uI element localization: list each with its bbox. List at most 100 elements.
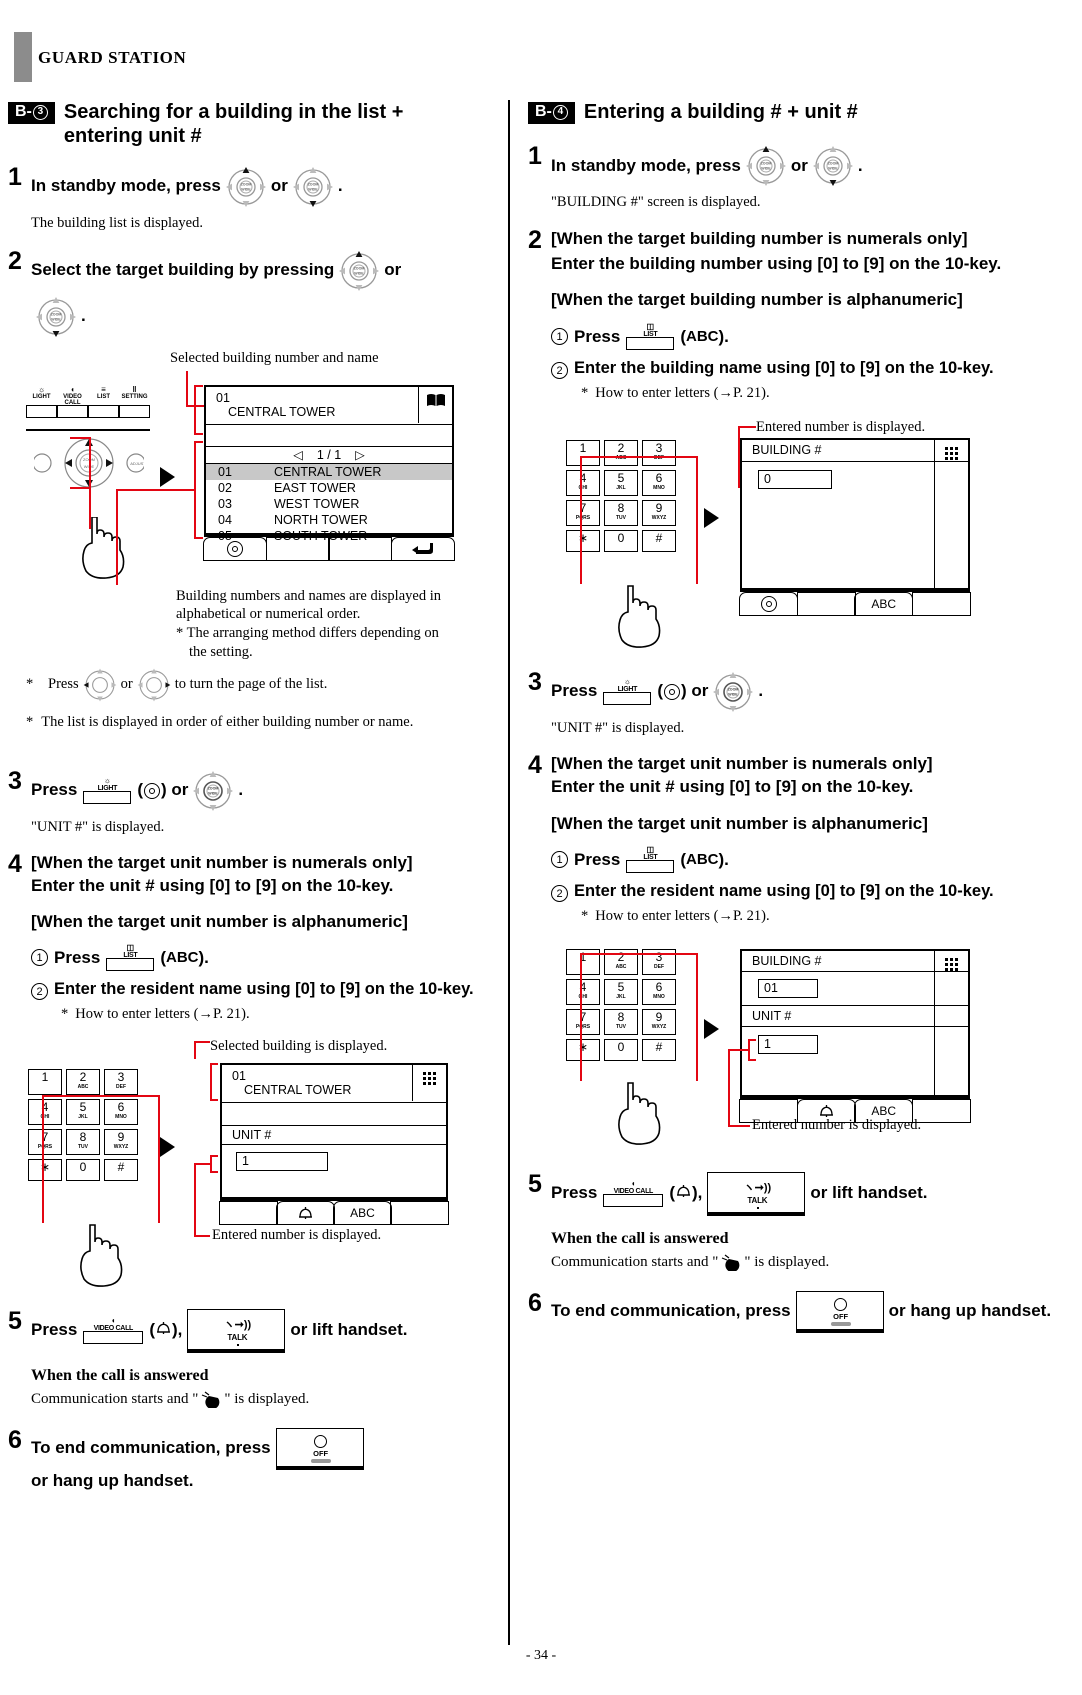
keypad-key-5[interactable]: 5 JKL: [604, 978, 638, 1005]
softkey-blank-1[interactable]: [219, 1200, 278, 1225]
softkey-blank-2[interactable]: [328, 536, 393, 561]
light-key-icon[interactable]: ☼ LIGHT: [599, 677, 655, 705]
keypad-key-5[interactable]: 5 JKL: [604, 469, 638, 496]
off-key-icon[interactable]: OFF: [795, 1290, 884, 1333]
keypad-key-7[interactable]: 7 PQRS: [566, 499, 600, 526]
keypad-key-9[interactable]: 9 WXYZ: [642, 499, 676, 526]
nav-pad-right-icon[interactable]: [136, 667, 172, 703]
nav-pad-center-icon[interactable]: ZOOM WIDE: [711, 670, 755, 714]
list-key-icon[interactable]: ◫ LIST: [622, 846, 678, 874]
keypad-key-7[interactable]: 7 PQRS: [28, 1128, 62, 1155]
step-text: Press: [31, 1320, 78, 1340]
keypad-key-4[interactable]: 4 GHI: [28, 1098, 62, 1125]
softkey-blank-1[interactable]: [265, 536, 330, 561]
softkey-select[interactable]: [739, 591, 799, 616]
keypad-key-star[interactable]: ∗: [28, 1158, 62, 1181]
building-number-field[interactable]: 01: [758, 978, 818, 998]
keypad-key-hash[interactable]: #: [642, 1038, 676, 1061]
keypad-key-hash[interactable]: #: [104, 1158, 138, 1181]
key-letters: GHI: [578, 484, 588, 491]
keypad-key-0[interactable]: 0: [604, 1038, 638, 1061]
unit-number-field[interactable]: 1: [236, 1151, 328, 1171]
keypad-key-6[interactable]: 6 MNO: [642, 469, 676, 496]
panel-key-light[interactable]: ☼ LIGHT: [26, 385, 57, 406]
nav-pad-down-icon[interactable]: ZOOM WIDE: [291, 165, 335, 209]
pointing-hand-icon: [82, 516, 125, 579]
keypad-key-star[interactable]: ∗: [566, 1038, 600, 1061]
return-arrow-icon: [411, 543, 433, 555]
keypad-key-4[interactable]: 4 GHI: [566, 978, 600, 1005]
softkey-select[interactable]: [203, 536, 268, 561]
talk-key-icon[interactable]: ヽ➞)) TALK: [187, 1308, 286, 1353]
video-call-key-icon[interactable]: ◖ VIDEO CALL: [599, 1179, 667, 1207]
light-key-icon[interactable]: ☼ LIGHT: [79, 776, 135, 804]
nav-pad-up-icon[interactable]: ZOOM WIDE: [337, 249, 381, 293]
list-item[interactable]: 01 CENTRAL TOWER: [206, 463, 452, 480]
talk-key-icon[interactable]: ヽ➞)) TALK: [707, 1171, 806, 1216]
keypad-key-3[interactable]: 3 DEF: [104, 1068, 138, 1095]
keypad-key-0[interactable]: 0: [604, 529, 638, 552]
panel-key-list[interactable]: ≡ LIST: [88, 385, 119, 406]
keypad-key-7[interactable]: 7 PQRS: [566, 1008, 600, 1035]
substep-text: Press: [574, 849, 621, 869]
list-item-name: WEST TOWER: [274, 496, 360, 511]
key-letters: PQRS: [37, 1143, 53, 1150]
softkey-blank-1[interactable]: [796, 591, 856, 616]
panel-key-video-call[interactable]: ◖ VIDEO CALL: [57, 385, 88, 406]
list-key-icon[interactable]: ◫ LIST: [622, 323, 678, 351]
bracket-line: [748, 1038, 750, 1061]
unit-number-field[interactable]: 1: [758, 1034, 818, 1054]
keypad-key-8[interactable]: 8 TUV: [604, 499, 638, 526]
softkey-blank-2[interactable]: [911, 591, 971, 616]
highlight-line: [696, 1056, 698, 1081]
key-letters: WXYZ: [651, 1023, 667, 1030]
or-label: or: [384, 260, 402, 280]
keypad-key-0[interactable]: 0: [66, 1158, 100, 1181]
keypad-key-3[interactable]: 3 DEF: [642, 439, 676, 466]
talk-wave-icon: ヽ➞)): [223, 1318, 252, 1331]
softkey-abc[interactable]: ABC: [854, 591, 914, 616]
softkey-return[interactable]: [390, 536, 455, 561]
softkey-call[interactable]: [276, 1200, 335, 1225]
callout-leader: [728, 1048, 750, 1051]
keypad-key-1[interactable]: 1: [566, 439, 600, 466]
off-key-icon[interactable]: OFF: [275, 1427, 364, 1470]
keypad-key-5[interactable]: 5 JKL: [66, 1098, 100, 1125]
keypad-key-8[interactable]: 8 TUV: [604, 1008, 638, 1035]
nav-pad-left-icon[interactable]: [82, 667, 118, 703]
keypad-key-1[interactable]: 1: [28, 1068, 62, 1095]
keypad-key-2[interactable]: 2 ABC: [66, 1068, 100, 1095]
nav-pad-up-icon[interactable]: ZOOM WIDE: [744, 144, 788, 188]
list-item[interactable]: 04 NORTH TOWER: [206, 512, 452, 528]
nav-pad-down-icon[interactable]: ZOOM WIDE: [34, 295, 78, 339]
keypad-key-star[interactable]: ∗: [566, 529, 600, 552]
key-letters: WXYZ: [113, 1143, 129, 1150]
keypad-key-6[interactable]: 6 MNO: [104, 1098, 138, 1125]
nav-pad-down-icon[interactable]: ZOOM WIDE: [811, 144, 855, 188]
svg-text:WIDE: WIDE: [729, 692, 739, 696]
panel-key-setting[interactable]: ‖ SETTING: [119, 385, 150, 406]
key-letters: ABC: [615, 963, 627, 970]
list-item[interactable]: 02 EAST TOWER: [206, 480, 452, 496]
pager-next-icon[interactable]: ▷: [355, 447, 365, 462]
keypad-key-4[interactable]: 4 GHI: [566, 469, 600, 496]
keypad-key-6[interactable]: 6 MNO: [642, 978, 676, 1005]
keypad-key-2[interactable]: 2 ABC: [604, 439, 638, 466]
keypad-key-hash[interactable]: #: [642, 529, 676, 552]
building-number-field[interactable]: 0: [758, 469, 832, 489]
svg-text:ZOOM: ZOOM: [308, 182, 319, 186]
keypad-key-9[interactable]: 9 WXYZ: [104, 1128, 138, 1155]
substep-note: * How to enter letters (→P. 21).: [551, 908, 1074, 925]
keypad-key-8[interactable]: 8 TUV: [66, 1128, 100, 1155]
keypad-key-9[interactable]: 9 WXYZ: [642, 1008, 676, 1035]
nav-pad-center-icon[interactable]: ZOOM WIDE: [191, 769, 235, 813]
softkey-abc[interactable]: ABC: [333, 1200, 392, 1225]
video-call-key-icon[interactable]: ◖ VIDEO CALL: [79, 1316, 147, 1344]
list-key-icon[interactable]: ◫ LIST: [102, 944, 158, 972]
list-item[interactable]: 03 WEST TOWER: [206, 496, 452, 512]
softkey-blank-2[interactable]: [390, 1200, 449, 1225]
pager-prev-icon[interactable]: ◁: [293, 447, 303, 462]
bracket-line: [210, 1170, 218, 1173]
nav-pad-up-icon[interactable]: ZOOM WIDE: [224, 165, 268, 209]
svg-text:WIDE: WIDE: [761, 167, 771, 171]
